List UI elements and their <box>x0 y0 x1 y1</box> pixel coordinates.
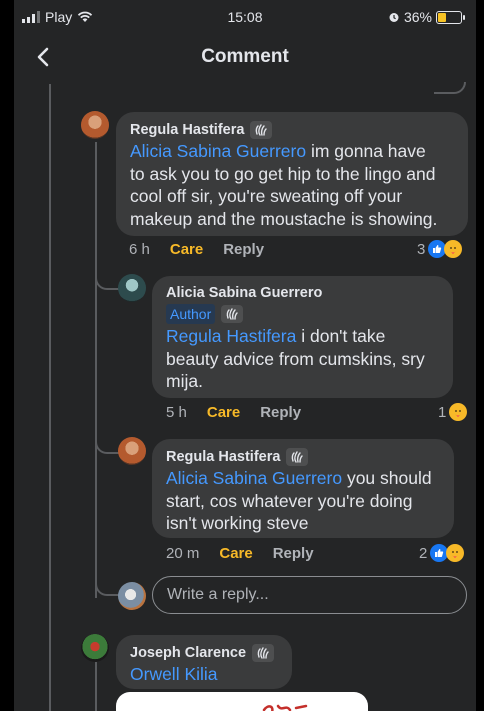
comment-author[interactable]: Joseph Clarence <box>130 644 275 662</box>
comment-bubble: Joseph Clarence Orwell Kilia <box>116 635 292 689</box>
reaction-count: 1 <box>438 403 447 421</box>
reply-button[interactable]: Reply <box>223 241 264 258</box>
attached-image[interactable] <box>116 692 368 711</box>
comment-author[interactable]: Alicia Sabina Guerrero <box>166 285 322 301</box>
status-bar: Play 15:08 36% <box>14 0 476 34</box>
comment-actions: 5 h Care Reply <box>166 404 301 421</box>
timestamp: 6 h <box>129 241 150 258</box>
timestamp: 5 h <box>166 404 187 421</box>
author-name[interactable]: Regula Hastifera <box>130 122 244 138</box>
my-avatar <box>118 582 146 610</box>
reply-placeholder: Write a reply... <box>167 586 269 603</box>
thread-line-joseph <box>95 662 97 711</box>
avatar[interactable] <box>118 437 146 465</box>
mention-link[interactable]: Alicia Sabina Guerrero <box>130 141 306 161</box>
header: Comment <box>14 34 476 82</box>
comment-actions: 6 h Care Reply <box>129 241 264 258</box>
wave-badge-icon <box>221 305 244 323</box>
reaction-count: 3 <box>417 240 426 258</box>
timestamp: 20 m <box>166 545 200 562</box>
comment-line: beauty advice from cumskins, sry <box>166 348 425 369</box>
comment-line: to ask you to go get hip to the lingo an… <box>130 163 436 184</box>
comment-text: Regula Hastifera i don't take beauty adv… <box>166 325 451 393</box>
care-icon <box>446 544 465 562</box>
reaction-count: 2 <box>419 544 428 562</box>
comment-actions: 20 m Care Reply <box>166 545 314 562</box>
comment-line: start, cos whatever you're doing <box>166 490 413 511</box>
page-title: Comment <box>201 46 289 67</box>
care-reaction-button[interactable]: Care <box>207 404 240 421</box>
battery-icon <box>436 10 465 24</box>
comment-line: cool off sir, you're sweating off your <box>130 186 403 206</box>
write-reply-input[interactable]: Write a reply... <box>152 576 467 614</box>
avatar[interactable] <box>118 274 146 302</box>
comment-line: im gonna have <box>310 141 426 161</box>
thread-branch-input <box>95 574 121 596</box>
reaction-summary[interactable]: 3 <box>417 240 463 258</box>
wave-badge-icon <box>286 448 309 466</box>
alarm-icon <box>389 13 399 22</box>
reply-button[interactable]: Reply <box>273 545 314 562</box>
care-reaction-button[interactable]: Care <box>219 545 252 562</box>
battery-fill <box>438 12 446 22</box>
status-right: 36% <box>388 9 465 25</box>
author-name[interactable]: Joseph Clarence <box>130 645 246 661</box>
image-scribble <box>262 704 308 711</box>
comment-line: i don't take <box>301 326 386 346</box>
wave-badge-icon <box>252 644 275 662</box>
comment-line: you should <box>346 468 432 488</box>
author-name[interactable]: Regula Hastifera <box>166 449 280 465</box>
comment-text: Orwell Kilia <box>130 663 218 686</box>
reaction-summary[interactable]: 1 <box>438 403 468 421</box>
mention-link[interactable]: Orwell Kilia <box>130 664 218 684</box>
comment-bubble: Regula Hastifera Alicia Sabina Guerrero … <box>116 112 468 236</box>
avatar[interactable] <box>81 634 109 662</box>
thread-line-replies <box>95 142 97 598</box>
comment-line: mija. <box>166 371 203 391</box>
comment-line: isn't working steve <box>166 513 309 533</box>
reaction-summary[interactable]: 2 <box>419 544 465 562</box>
author-name[interactable]: Alicia Sabina Guerrero <box>166 285 322 301</box>
care-reaction-button[interactable]: Care <box>170 241 203 258</box>
author-badge: Author <box>166 304 216 324</box>
comment-line: makeup and the moustache is showing. <box>130 208 438 229</box>
comment-bubble: Alicia Sabina Guerrero Author Regula Has… <box>152 276 453 398</box>
avatar[interactable] <box>81 111 109 139</box>
reply-button[interactable]: Reply <box>260 404 301 421</box>
mention-link[interactable]: Alicia Sabina Guerrero <box>166 468 342 488</box>
care-icon <box>449 403 468 421</box>
thread-line-top-curve <box>434 82 466 94</box>
battery-percent: 36% <box>403 9 432 25</box>
wave-badge-icon <box>250 121 273 139</box>
author-badge-row: Author <box>166 304 244 324</box>
comment-screen: Play 15:08 36% Comment Regula Hastifera … <box>14 0 476 711</box>
comment-bubble: Regula Hastifera Alicia Sabina Guerrero … <box>152 439 454 538</box>
comment-text: Alicia Sabina Guerrero im gonna have to … <box>130 140 460 230</box>
care-icon <box>444 240 463 258</box>
comment-text: Alicia Sabina Guerrero you should start,… <box>166 467 452 535</box>
comment-author[interactable]: Regula Hastifera <box>130 121 273 139</box>
comment-author[interactable]: Regula Hastifera <box>166 448 309 466</box>
mention-link[interactable]: Regula Hastifera <box>166 326 296 346</box>
thread-line-main <box>49 84 51 711</box>
